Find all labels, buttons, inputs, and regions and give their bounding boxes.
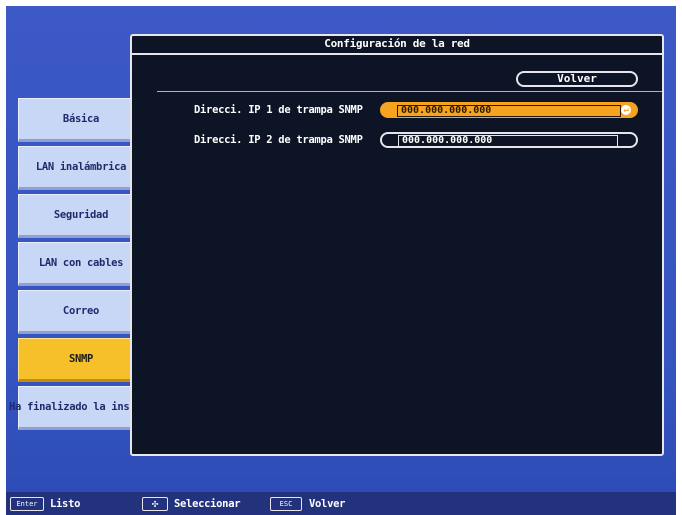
move-hint: Seleccionar	[174, 498, 241, 510]
snmp-ip2-value[interactable]: 000.000.000.000	[398, 135, 618, 147]
footer-help-bar: Enter Listo ✣ Seleccionar ESC Volver	[6, 492, 676, 515]
esc-key-badge: ESC	[270, 497, 302, 511]
tab-label: SNMP	[68, 353, 94, 365]
snmp-ip2-field[interactable]: 000.000.000.000	[380, 132, 638, 148]
tab-label: Correo	[62, 305, 100, 317]
tab-label: Seguridad	[53, 209, 109, 221]
network-config-window: Configuración de la red Volver Direcci. …	[130, 34, 664, 456]
window-title: Configuración de la red	[132, 36, 662, 55]
tab-label: LAN inalámbrica	[35, 161, 127, 173]
esc-hint: Volver	[309, 498, 346, 510]
snmp-ip1-field[interactable]: 000.000.000.000 ↵	[380, 102, 638, 118]
enter-return-icon: ↵	[621, 105, 631, 115]
tab-lan-con-cables[interactable]: LAN con cables	[18, 242, 146, 286]
tab-label: LAN con cables	[38, 257, 124, 269]
tab-finalizado[interactable]: Ha finalizado la instalación	[9, 386, 178, 430]
tab-snmp[interactable]: SNMP	[18, 338, 146, 382]
enter-key-badge: Enter	[10, 497, 44, 511]
enter-hint: Listo	[50, 498, 81, 510]
tab-basica[interactable]: Básica	[18, 98, 146, 142]
four-way-arrow-icon: ✣	[142, 497, 168, 511]
snmp-ip1-value[interactable]: 000.000.000.000	[397, 105, 621, 117]
divider	[157, 91, 662, 92]
projector-screen: Básica LAN inalámbrica Seguridad LAN con…	[6, 6, 676, 515]
snmp-ip2-label: Direcci. IP 2 de trampa SNMP	[194, 134, 363, 146]
snmp-ip1-label: Direcci. IP 1 de trampa SNMP	[194, 104, 363, 116]
tab-seguridad[interactable]: Seguridad	[18, 194, 146, 238]
tab-correo[interactable]: Correo	[18, 290, 146, 334]
back-button[interactable]: Volver	[516, 71, 638, 87]
tab-lan-inalambrica[interactable]: LAN inalámbrica	[18, 146, 146, 190]
tab-label: Básica	[62, 113, 100, 125]
